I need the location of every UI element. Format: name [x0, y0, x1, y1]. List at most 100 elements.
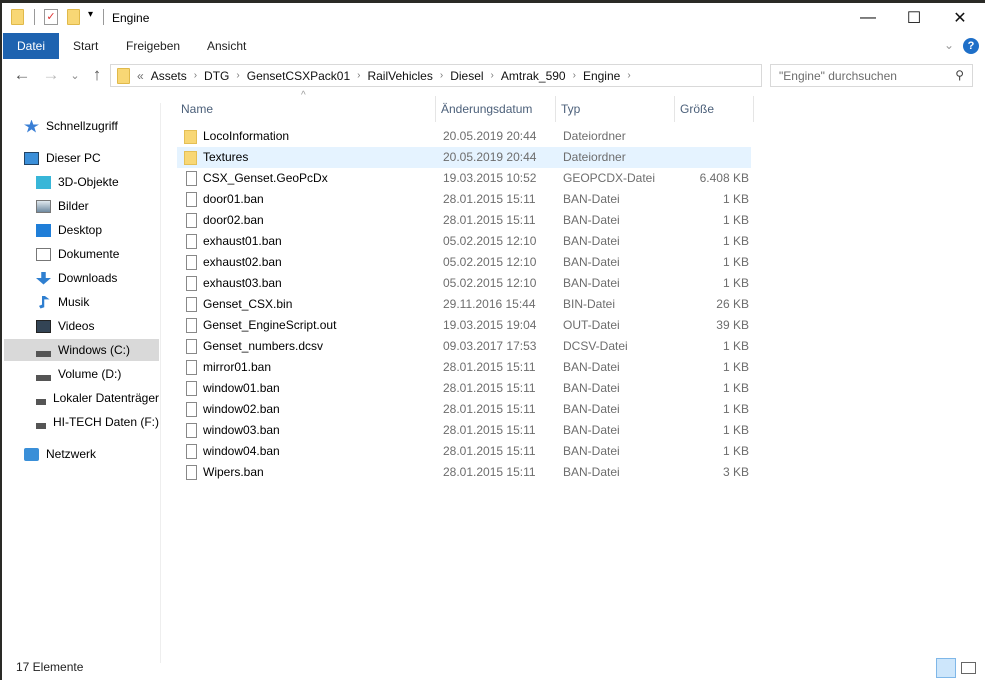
drive-icon [36, 415, 46, 429]
breadcrumb-assets[interactable]: Assets [151, 69, 187, 83]
search-input[interactable]: "Engine" durchsuchen ⚲ [770, 64, 973, 87]
file-row[interactable]: Textures 20.05.2019 20:44 Dateiordner [177, 147, 751, 168]
up-button[interactable]: ↑ [86, 65, 108, 85]
folder-icon [184, 151, 197, 165]
chevron-right-icon[interactable]: › [194, 70, 197, 81]
file-row[interactable]: exhaust03.ban 05.02.2015 12:10 BAN-Datei 1 … [177, 273, 751, 294]
file-name: door02.ban [203, 213, 264, 227]
file-type: BAN-Datei [563, 360, 620, 374]
file-type: GEOPCDX-Datei [563, 171, 656, 185]
properties-icon[interactable]: ✓ [44, 9, 58, 25]
file-type: Dateiordner [563, 129, 626, 143]
file-row[interactable]: Genset_EngineScript.out 19.03.2015 19:04 O… [177, 315, 751, 336]
sidebar-item-dokumente[interactable]: Dokumente [4, 243, 159, 265]
music-icon [39, 295, 50, 309]
column-name[interactable]: Name [176, 96, 436, 122]
sidebar-item-volume-d[interactable]: Volume (D:) [4, 363, 159, 385]
file-row[interactable]: CSX_Genset.GeoPcDx 19.03.2015 10:52 GEOPCD… [177, 168, 751, 189]
sidebar-item-hi-tech-daten-f[interactable]: HI-TECH Daten (F:) [4, 411, 159, 433]
file-date: 28.01.2015 15:11 [443, 213, 536, 227]
file-size: 1 KB [722, 423, 749, 437]
file-row[interactable]: window04.ban 28.01.2015 15:11 BAN-Datei 1 K… [177, 441, 751, 462]
customize-quick-access-icon[interactable]: ▾ [88, 9, 93, 25]
breadcrumb-railvehicles[interactable]: RailVehicles [367, 69, 432, 83]
file-row[interactable]: Wipers.ban 28.01.2015 15:11 BAN-Datei 3 KB [177, 462, 751, 483]
maximize-button[interactable]: ☐ [891, 3, 937, 32]
help-icon[interactable]: ? [963, 38, 979, 54]
sidebar-item-bilder[interactable]: Bilder [4, 195, 159, 217]
documents-icon [36, 247, 51, 261]
sidebar-item-label: Netzwerk [46, 447, 97, 461]
search-icon[interactable]: ⚲ [955, 68, 964, 82]
file-row[interactable]: LocoInformation 20.05.2019 20:44 Dateiordn… [177, 126, 751, 147]
tab-freigeben[interactable]: Freigeben [112, 33, 194, 59]
close-button[interactable]: ✕ [937, 3, 983, 32]
new-folder-icon[interactable] [67, 9, 80, 25]
chevron-right-icon[interactable]: › [440, 70, 443, 81]
file-row[interactable]: mirror01.ban 28.01.2015 15:11 BAN-Datei 1 K… [177, 357, 751, 378]
breadcrumb-dtg[interactable]: DTG [204, 69, 229, 83]
column-size[interactable]: Größe [675, 96, 754, 122]
details-view-button[interactable] [936, 658, 956, 678]
column-date[interactable]: Änderungsdatum [436, 96, 556, 122]
file-name: door01.ban [203, 192, 264, 206]
file-row[interactable]: Genset_numbers.dcsv 09.03.2017 17:53 DCSV-… [177, 336, 751, 357]
breadcrumb-diesel[interactable]: Diesel [450, 69, 483, 83]
file-type: BAN-Datei [563, 465, 620, 479]
sidebar-item-windows-c[interactable]: Windows (C:) [4, 339, 159, 361]
breadcrumb-gensetcsxpack01[interactable]: GensetCSXPack01 [247, 69, 350, 83]
breadcrumb-amtrak-590[interactable]: Amtrak_590 [501, 69, 566, 83]
file-name: exhaust01.ban [203, 234, 282, 248]
recent-locations-button[interactable]: ⌄ [64, 69, 86, 82]
sidebar-item-netzwerk[interactable]: Netzwerk [4, 443, 159, 465]
file-date: 19.03.2015 10:52 [443, 171, 537, 185]
file-row[interactable]: exhaust01.ban 05.02.2015 12:10 BAN-Datei 1 … [177, 231, 751, 252]
sidebar-item-downloads[interactable]: Downloads [4, 267, 159, 289]
sidebar-item-3d-objekte[interactable]: 3D-Objekte [4, 171, 159, 193]
sidebar-item-musik[interactable]: Musik [4, 291, 159, 313]
file-row[interactable]: door01.ban 28.01.2015 15:11 BAN-Datei 1 KB [177, 189, 751, 210]
file-icon [186, 171, 197, 186]
chevron-right-icon[interactable]: › [357, 70, 360, 81]
expand-ribbon-icon[interactable]: ⌄ [944, 38, 954, 52]
sidebar-item-desktop[interactable]: Desktop [4, 219, 159, 241]
address-bar[interactable]: « Assets › DTG › GensetCSXPack01 › RailVehi… [110, 64, 762, 87]
breadcrumb-engine[interactable]: Engine [583, 69, 620, 83]
file-row[interactable]: window01.ban 28.01.2015 15:11 BAN-Datei 1 K… [177, 378, 751, 399]
breadcrumb-overflow[interactable]: « [137, 69, 144, 83]
drive-icon [36, 343, 51, 357]
file-size: 1 KB [722, 234, 749, 248]
search-placeholder: "Engine" durchsuchen [779, 69, 897, 83]
file-date: 19.03.2015 19:04 [443, 318, 537, 332]
file-name: LocoInformation [203, 129, 290, 143]
file-size: 1 KB [722, 339, 749, 353]
forward-button[interactable]: → [40, 65, 62, 85]
back-button[interactable]: ← [11, 65, 33, 85]
chevron-right-icon[interactable]: › [236, 70, 239, 81]
chevron-right-icon[interactable]: › [573, 70, 576, 81]
chevron-right-icon[interactable]: › [491, 70, 494, 81]
sidebar-item-videos[interactable]: Videos [4, 315, 159, 337]
file-row[interactable]: exhaust02.ban 05.02.2015 12:10 BAN-Datei 1 … [177, 252, 751, 273]
sidebar-item-dieser-pc[interactable]: Dieser PC [4, 147, 159, 169]
chevron-right-icon[interactable]: › [627, 70, 630, 81]
file-row[interactable]: Genset_CSX.bin 29.11.2016 15:44 BIN-Datei 2… [177, 294, 751, 315]
file-name: exhaust02.ban [203, 255, 282, 269]
title-bar: ✓ ▾ Engine — ☐ ✕ [2, 3, 985, 32]
file-row[interactable]: window02.ban 28.01.2015 15:11 BAN-Datei 1 K… [177, 399, 751, 420]
large-icons-view-button[interactable] [961, 662, 976, 674]
divider [34, 9, 35, 25]
file-name: window04.ban [203, 444, 280, 458]
explorer-window: ✓ ▾ Engine — ☐ ✕ Datei Start Freigeben A… [2, 3, 985, 680]
tab-start[interactable]: Start [59, 33, 112, 59]
file-row[interactable]: window03.ban 28.01.2015 15:11 BAN-Datei 1 K… [177, 420, 751, 441]
file-row[interactable]: door02.ban 28.01.2015 15:11 BAN-Datei 1 KB [177, 210, 751, 231]
tab-datei[interactable]: Datei [3, 33, 59, 59]
column-type[interactable]: Typ [556, 96, 675, 122]
sidebar-item-lokaler-datentr-ger[interactable]: Lokaler Datenträger [4, 387, 159, 409]
video-icon [36, 319, 51, 333]
file-icon [186, 360, 197, 375]
minimize-button[interactable]: — [845, 3, 891, 32]
file-icon [186, 444, 197, 459]
tab-ansicht[interactable]: Ansicht [193, 33, 260, 59]
